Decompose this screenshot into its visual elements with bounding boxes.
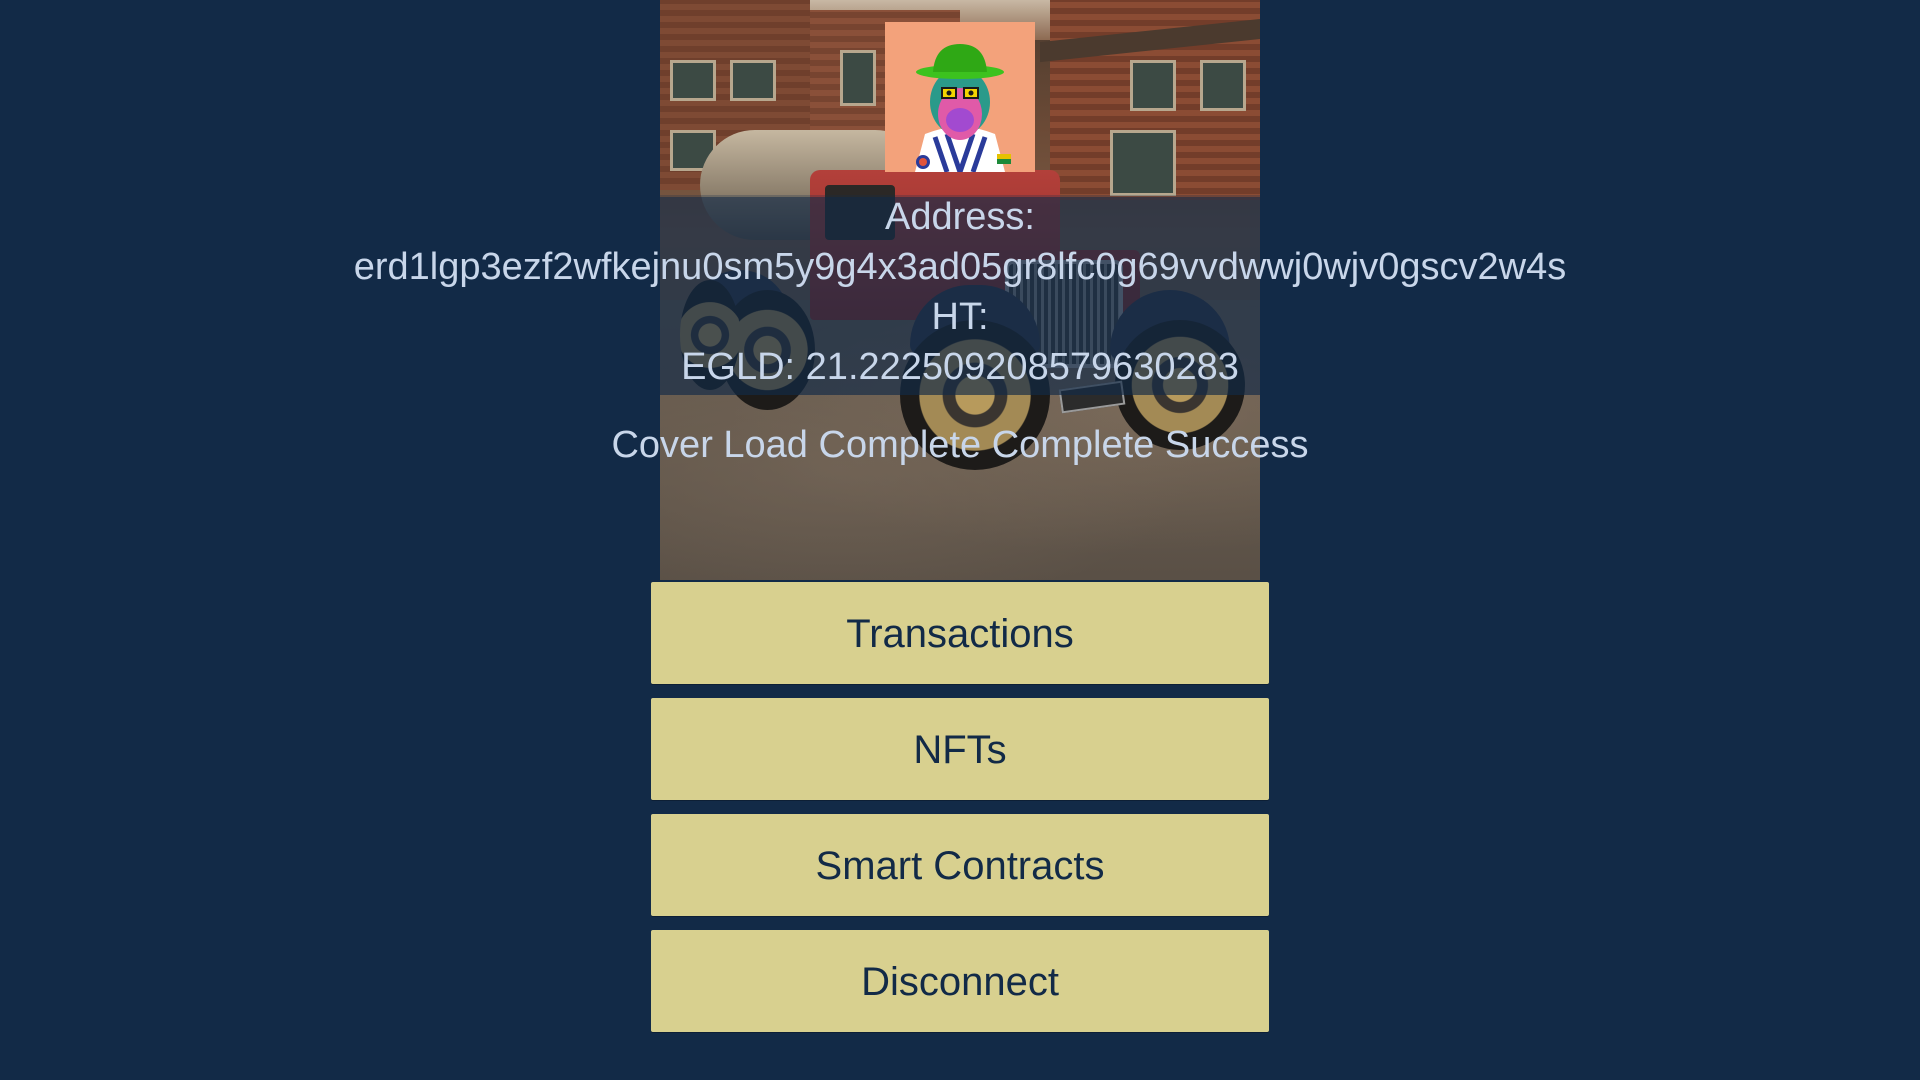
nfts-button[interactable]: NFTs <box>651 698 1269 800</box>
avatar <box>885 22 1035 172</box>
wallet-screen: Address: erd1lgp3ezf2wfkejnu0sm5y9g4x3ad… <box>0 0 1920 1080</box>
address-label: Address: <box>885 196 1035 238</box>
smart-contracts-button[interactable]: Smart Contracts <box>651 814 1269 916</box>
egld-balance: EGLD: 21.2225092085796302​83 <box>681 346 1239 388</box>
disconnect-button[interactable]: Disconnect <box>651 930 1269 1032</box>
transactions-button[interactable]: Transactions <box>651 582 1269 684</box>
ht-balance-label: HT: <box>931 296 989 338</box>
wallet-address: erd1lgp3ezf2wfkejnu0sm5y9g4x3ad05gr8lfc0… <box>353 246 1567 288</box>
status-message: Cover Load Complete Complete Success <box>611 424 1309 466</box>
avatar-character-icon <box>885 22 1035 172</box>
